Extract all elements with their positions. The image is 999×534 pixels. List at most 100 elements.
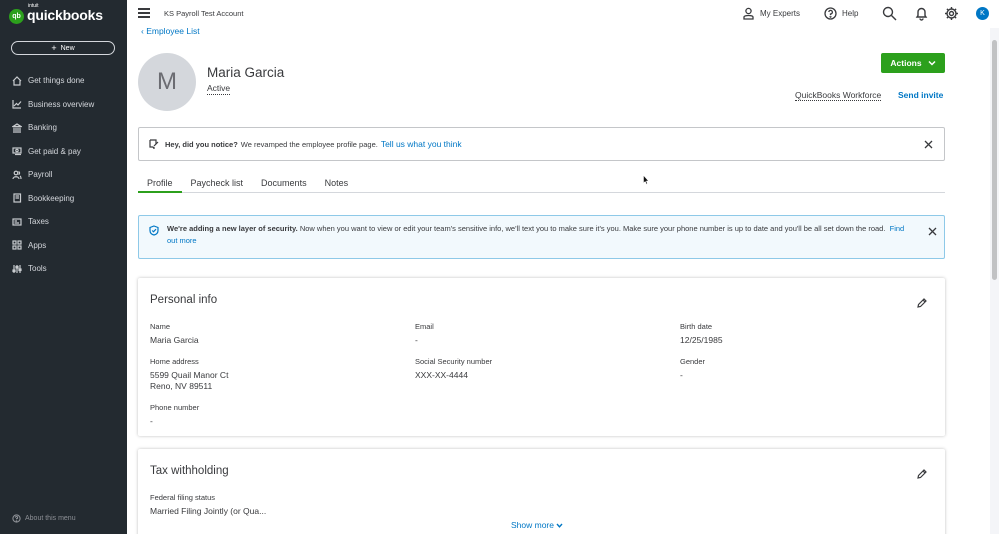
employee-name: Maria Garcia xyxy=(207,65,285,80)
sidebar-item-label: Bookkeeping xyxy=(28,193,75,203)
personal-info-card: Personal info Name Maria Garcia Email - … xyxy=(138,278,945,436)
page-scrollbar[interactable] xyxy=(990,28,999,534)
help-button[interactable]: Help xyxy=(824,7,858,20)
sidebar-item-label: Business overview xyxy=(28,99,95,109)
tab-paycheck-list[interactable]: Paycheck list xyxy=(182,176,253,193)
tab-notes[interactable]: Notes xyxy=(316,176,358,193)
sidebar-item-label: Get paid & pay xyxy=(28,146,81,156)
sidebar-item-apps[interactable]: Apps xyxy=(0,234,127,258)
main-content: ‹ Employee List M Maria Garcia Active Ac… xyxy=(127,26,990,534)
edit-tax-withholding-button[interactable] xyxy=(917,466,927,479)
gear-icon xyxy=(945,7,958,20)
feedback-edit-icon xyxy=(149,139,159,149)
phone-number-field: Phone number - xyxy=(150,403,199,427)
sidebar-item-label: Apps xyxy=(28,240,47,250)
settings-button[interactable] xyxy=(944,6,959,21)
tax-withholding-title: Tax withholding xyxy=(150,465,229,477)
sidebar-item-tools[interactable]: Tools xyxy=(0,257,127,281)
about-this-menu-link[interactable]: About this menu xyxy=(12,514,76,523)
email-label: Email xyxy=(415,322,434,331)
feedback-notice: Hey, did you notice? We revamped the emp… xyxy=(138,127,945,161)
employee-list-back-link[interactable]: ‹ Employee List xyxy=(141,26,200,36)
user-avatar[interactable]: K xyxy=(976,7,989,20)
security-text: Now when you want to view or edit your t… xyxy=(299,224,886,233)
show-more-label: Show more xyxy=(511,520,554,530)
pencil-icon xyxy=(917,469,927,479)
sidebar-item-label: Banking xyxy=(28,123,57,133)
sidebar-item-label: Get things done xyxy=(28,76,85,86)
birth-date-value: 12/25/1985 xyxy=(680,335,723,345)
my-experts-label: My Experts xyxy=(760,9,801,18)
sidebar-item-payroll[interactable]: Payroll xyxy=(0,163,127,187)
birth-date-label: Birth date xyxy=(680,322,713,331)
name-value: Maria Garcia xyxy=(150,335,199,345)
sidebar-item-get-paid-pay[interactable]: Get paid & pay xyxy=(0,140,127,164)
address-line-2: Reno, NV 89511 xyxy=(150,381,213,391)
security-notice: We're adding a new layer of security. No… xyxy=(138,215,945,259)
tab-documents[interactable]: Documents xyxy=(252,176,316,193)
gender-label: Gender xyxy=(680,357,706,366)
quickbooks-workforce-label[interactable]: QuickBooks Workforce xyxy=(795,90,882,101)
close-icon xyxy=(928,227,937,236)
show-more-button[interactable]: Show more xyxy=(511,520,563,530)
tax-icon xyxy=(12,218,22,226)
ssn-value: XXX-XX-4444 xyxy=(415,370,468,380)
shield-check-icon xyxy=(149,225,159,236)
name-label: Name xyxy=(150,322,171,331)
account-name: KS Payroll Test Account xyxy=(164,9,244,18)
notice-text: We revamped the employee profile page. xyxy=(240,139,378,149)
home-icon xyxy=(12,75,22,86)
sidebar-item-label: Tools xyxy=(28,264,47,274)
tools-icon xyxy=(12,264,22,273)
cash-icon xyxy=(12,147,22,156)
tell-us-link[interactable]: Tell us what you think xyxy=(381,139,462,149)
actions-label: Actions xyxy=(890,58,922,68)
send-invite-link[interactable]: Send invite xyxy=(898,90,943,100)
filing-status-label: Federal filing status xyxy=(150,493,216,502)
actions-button[interactable]: Actions xyxy=(881,53,945,73)
pencil-icon xyxy=(917,298,927,308)
home-address-field: Home address 5599 Quail Manor Ct Reno, N… xyxy=(150,357,228,392)
notice-close-button[interactable] xyxy=(924,140,933,149)
question-circle-icon xyxy=(12,514,21,523)
scrollbar-thumb[interactable] xyxy=(992,40,997,280)
tab-profile[interactable]: Profile xyxy=(138,176,182,193)
about-label: About this menu xyxy=(25,515,76,522)
sidebar-item-banking[interactable]: Banking xyxy=(0,116,127,140)
address-line-1: 5599 Quail Manor Ct xyxy=(150,370,229,380)
employee-status[interactable]: Active xyxy=(207,83,231,95)
sidebar-item-taxes[interactable]: Taxes xyxy=(0,210,127,234)
edit-personal-info-button[interactable] xyxy=(917,295,927,308)
sidebar-item-business-overview[interactable]: Business overview xyxy=(0,93,127,117)
notice-bold: Hey, did you notice? xyxy=(165,139,238,149)
profile-tabs: Profile Paycheck list Documents Notes xyxy=(138,176,945,193)
phone-number-label: Phone number xyxy=(150,403,200,412)
sidebar-item-get-things-done[interactable]: Get things done xyxy=(0,69,127,93)
book-icon xyxy=(13,193,22,203)
search-button[interactable] xyxy=(882,6,897,21)
expert-person-icon xyxy=(743,7,754,20)
filing-status-value: Married Filing Jointly (or Qua... xyxy=(150,506,267,516)
home-address-label: Home address xyxy=(150,357,199,366)
hamburger-menu-icon[interactable] xyxy=(138,8,150,18)
chevron-down-icon xyxy=(928,60,936,66)
help-circle-icon xyxy=(824,7,837,20)
sidebar: qb intuit quickbooks + New Get things do… xyxy=(0,0,127,534)
quickbooks-logo[interactable]: qb intuit quickbooks xyxy=(9,3,103,25)
people-icon xyxy=(12,170,22,179)
close-icon xyxy=(924,140,933,149)
sidebar-item-bookkeeping[interactable]: Bookkeeping xyxy=(0,187,127,211)
my-experts-button[interactable]: My Experts xyxy=(742,7,800,20)
security-close-button[interactable] xyxy=(928,227,937,236)
sidebar-item-label: Payroll xyxy=(28,170,53,180)
personal-info-title: Personal info xyxy=(150,294,218,306)
phone-number-value: - xyxy=(150,416,153,426)
ssn-field: Social Security number XXX-XX-4444 xyxy=(415,357,492,381)
gender-value: - xyxy=(680,370,683,380)
plus-icon: + xyxy=(51,43,57,53)
new-button[interactable]: + New xyxy=(11,41,115,55)
security-bold: We're adding a new layer of security. xyxy=(167,224,298,233)
mouse-cursor-icon xyxy=(643,175,649,185)
notifications-button[interactable] xyxy=(914,6,929,21)
top-bar: KS Payroll Test Account My Experts Help … xyxy=(127,0,999,28)
